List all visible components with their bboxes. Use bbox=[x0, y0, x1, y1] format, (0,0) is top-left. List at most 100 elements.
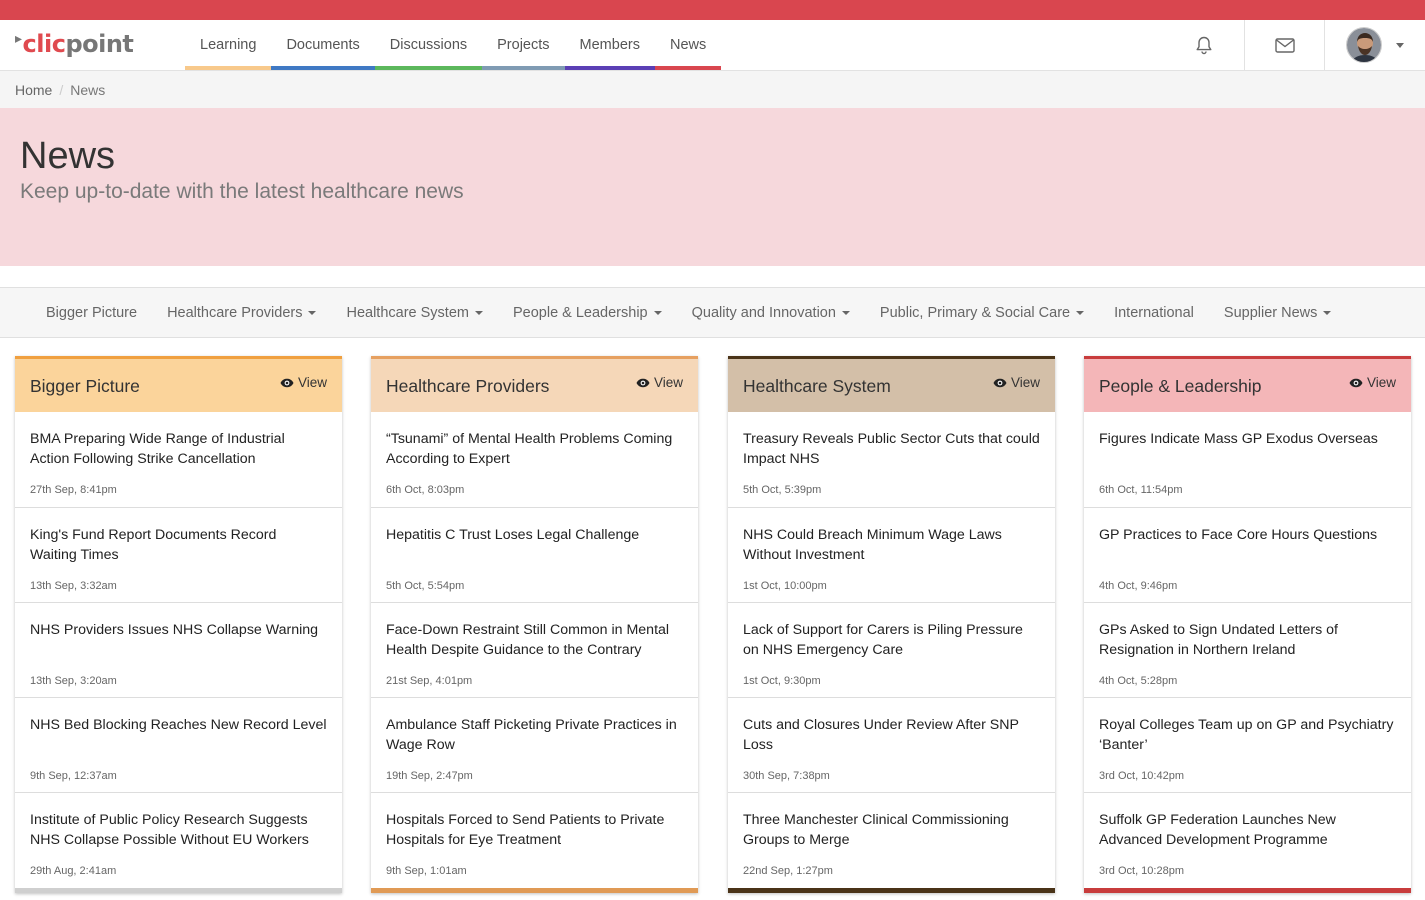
view-label: View bbox=[653, 375, 683, 390]
news-item[interactable]: Three Manchester Clinical Commissioning … bbox=[728, 792, 1055, 887]
column-footer-bar bbox=[728, 888, 1055, 893]
clicpoint-logo[interactable]: ▸clicpoint bbox=[15, 30, 134, 58]
category-label: International bbox=[1114, 304, 1194, 321]
news-item[interactable]: Lack of Support for Carers is Piling Pre… bbox=[728, 602, 1055, 697]
news-item[interactable]: Ambulance Staff Picketing Private Practi… bbox=[371, 697, 698, 792]
view-label: View bbox=[1010, 375, 1040, 390]
news-item-title: Ambulance Staff Picketing Private Practi… bbox=[386, 717, 677, 753]
column-header: Bigger Picture View bbox=[15, 356, 342, 412]
news-item-title: GPs Asked to Sign Undated Letters of Res… bbox=[1099, 622, 1338, 658]
category-nav: Bigger Picture Healthcare Providers Health… bbox=[0, 287, 1425, 338]
news-item[interactable]: “Tsunami” of Mental Health Problems Comi… bbox=[371, 412, 698, 507]
nav-documents[interactable]: Documents bbox=[271, 20, 375, 70]
category-quality-and-innovation[interactable]: Quality and Innovation bbox=[677, 305, 865, 321]
news-item[interactable]: Face-Down Restraint Still Common in Ment… bbox=[371, 602, 698, 697]
category-label: Public, Primary & Social Care bbox=[879, 304, 1071, 321]
news-item[interactable]: GPs Asked to Sign Undated Letters of Res… bbox=[1084, 602, 1411, 697]
news-item-title: Hepatitis C Trust Loses Legal Challenge bbox=[386, 527, 640, 543]
news-item[interactable]: GP Practices to Face Core Hours Question… bbox=[1084, 507, 1411, 602]
category-bigger-picture[interactable]: Bigger Picture bbox=[31, 305, 152, 321]
notifications-button[interactable] bbox=[1164, 20, 1244, 70]
nav-discussions[interactable]: Discussions bbox=[374, 20, 483, 70]
news-item-title: Institute of Public Policy Research Sugg… bbox=[30, 812, 309, 848]
news-item-date: 5th Oct, 5:39pm bbox=[743, 484, 822, 496]
breadcrumb-home[interactable]: Home bbox=[15, 82, 52, 98]
news-item[interactable]: NHS Bed Blocking Reaches New Record Leve… bbox=[15, 697, 342, 792]
news-item[interactable]: King's Fund Report Documents Record Wait… bbox=[15, 507, 342, 602]
news-item-title: King's Fund Report Documents Record Wait… bbox=[30, 527, 277, 563]
nav-news[interactable]: News bbox=[654, 20, 722, 70]
nav-documents-underline bbox=[271, 66, 375, 70]
news-item-date: 3rd Oct, 10:28pm bbox=[1099, 865, 1184, 877]
category-people-leadership[interactable]: People & Leadership bbox=[498, 305, 677, 321]
news-item-title: Hospitals Forced to Send Patients to Pri… bbox=[386, 812, 665, 848]
news-item-date: 27th Sep, 8:41pm bbox=[30, 484, 117, 496]
category-healthcare-system[interactable]: Healthcare System bbox=[331, 305, 498, 321]
news-item-title: Royal Colleges Team up on GP and Psychia… bbox=[1099, 717, 1394, 753]
news-item-date: 13th Sep, 3:20am bbox=[30, 675, 117, 687]
eye-icon bbox=[280, 378, 294, 387]
nav-projects-label: Projects bbox=[497, 37, 550, 53]
news-item[interactable]: Treasury Reveals Public Sector Cuts that… bbox=[728, 412, 1055, 507]
nav-members[interactable]: Members bbox=[564, 20, 655, 70]
news-item[interactable]: NHS Providers Issues NHS Collapse Warnin… bbox=[15, 602, 342, 697]
news-item[interactable]: NHS Could Breach Minimum Wage Laws Witho… bbox=[728, 507, 1055, 602]
news-item[interactable]: Hepatitis C Trust Loses Legal Challenge 5… bbox=[371, 507, 698, 602]
news-item-date: 22nd Sep, 1:27pm bbox=[743, 865, 833, 877]
news-item[interactable]: Figures Indicate Mass GP Exodus Overseas… bbox=[1084, 412, 1411, 507]
column-title: Bigger Picture bbox=[30, 376, 140, 396]
news-item-title: “Tsunami” of Mental Health Problems Comi… bbox=[386, 431, 673, 467]
column-footer-bar bbox=[371, 888, 698, 893]
category-international[interactable]: International bbox=[1099, 305, 1209, 321]
news-column-people-leadership: People & Leadership View Figures Indicate … bbox=[1084, 356, 1411, 893]
column-title: Healthcare System bbox=[743, 376, 891, 396]
column-footer-bar bbox=[15, 888, 342, 893]
view-link[interactable]: View bbox=[1349, 375, 1396, 390]
view-link[interactable]: View bbox=[993, 375, 1040, 390]
view-link[interactable]: View bbox=[636, 375, 683, 390]
news-item-date: 5th Oct, 5:54pm bbox=[386, 580, 465, 592]
news-item-title: BMA Preparing Wide Range of Industrial A… bbox=[30, 431, 285, 467]
logo-mark-icon: ▸ bbox=[15, 31, 22, 47]
category-supplier-news[interactable]: Supplier News bbox=[1209, 305, 1347, 321]
column-header: Healthcare System View bbox=[728, 356, 1055, 412]
category-public-primary-social-care[interactable]: Public, Primary & Social Care bbox=[865, 305, 1099, 321]
news-item-title: Three Manchester Clinical Commissioning … bbox=[743, 812, 1009, 848]
eye-icon bbox=[993, 378, 1007, 387]
news-item[interactable]: Royal Colleges Team up on GP and Psychia… bbox=[1084, 697, 1411, 792]
caret-down-icon bbox=[1076, 310, 1085, 315]
user-menu-button[interactable] bbox=[1324, 20, 1425, 70]
category-label: Healthcare Providers bbox=[167, 304, 303, 321]
nav-projects[interactable]: Projects bbox=[482, 20, 565, 70]
news-item-title: NHS Providers Issues NHS Collapse Warnin… bbox=[30, 622, 319, 638]
view-label: View bbox=[297, 375, 327, 390]
bell-icon bbox=[1196, 36, 1212, 54]
caret-down-icon bbox=[474, 310, 483, 315]
primary-nav: Learning Documents Discussions Projects … bbox=[185, 20, 722, 70]
category-healthcare-providers[interactable]: Healthcare Providers bbox=[152, 305, 331, 321]
news-item-date: 4th Oct, 5:28pm bbox=[1099, 675, 1178, 687]
nav-documents-label: Documents bbox=[286, 37, 360, 53]
news-item[interactable]: Institute of Public Policy Research Sugg… bbox=[15, 792, 342, 887]
category-label: People & Leadership bbox=[512, 304, 648, 321]
news-item-title: Lack of Support for Carers is Piling Pre… bbox=[743, 622, 1023, 658]
news-item[interactable]: Cuts and Closures Under Review After SNP… bbox=[728, 697, 1055, 792]
news-item[interactable]: Hospitals Forced to Send Patients to Pri… bbox=[371, 792, 698, 887]
caret-down-icon bbox=[841, 310, 850, 315]
breadcrumb-current: News bbox=[70, 81, 106, 98]
main-navbar: ▸clicpoint Learning Documents Discussion… bbox=[0, 20, 1425, 71]
top-accent-bar bbox=[0, 0, 1425, 20]
news-item-date: 3rd Oct, 10:42pm bbox=[1099, 770, 1184, 782]
news-item[interactable]: BMA Preparing Wide Range of Industrial A… bbox=[15, 412, 342, 507]
view-link[interactable]: View bbox=[280, 375, 327, 390]
news-item[interactable]: Suffolk GP Federation Launches New Advan… bbox=[1084, 792, 1411, 887]
news-item-date: 1st Oct, 9:30pm bbox=[743, 675, 821, 687]
category-label: Healthcare System bbox=[346, 304, 469, 321]
news-item-date: 21st Sep, 4:01pm bbox=[386, 675, 473, 687]
news-item-date: 6th Oct, 11:54pm bbox=[1099, 484, 1183, 496]
nav-learning[interactable]: Learning bbox=[185, 20, 272, 70]
messages-button[interactable] bbox=[1244, 20, 1324, 70]
news-item-title: Figures Indicate Mass GP Exodus Overseas bbox=[1099, 431, 1378, 447]
caret-down-icon bbox=[653, 310, 662, 315]
avatar bbox=[1346, 27, 1382, 63]
